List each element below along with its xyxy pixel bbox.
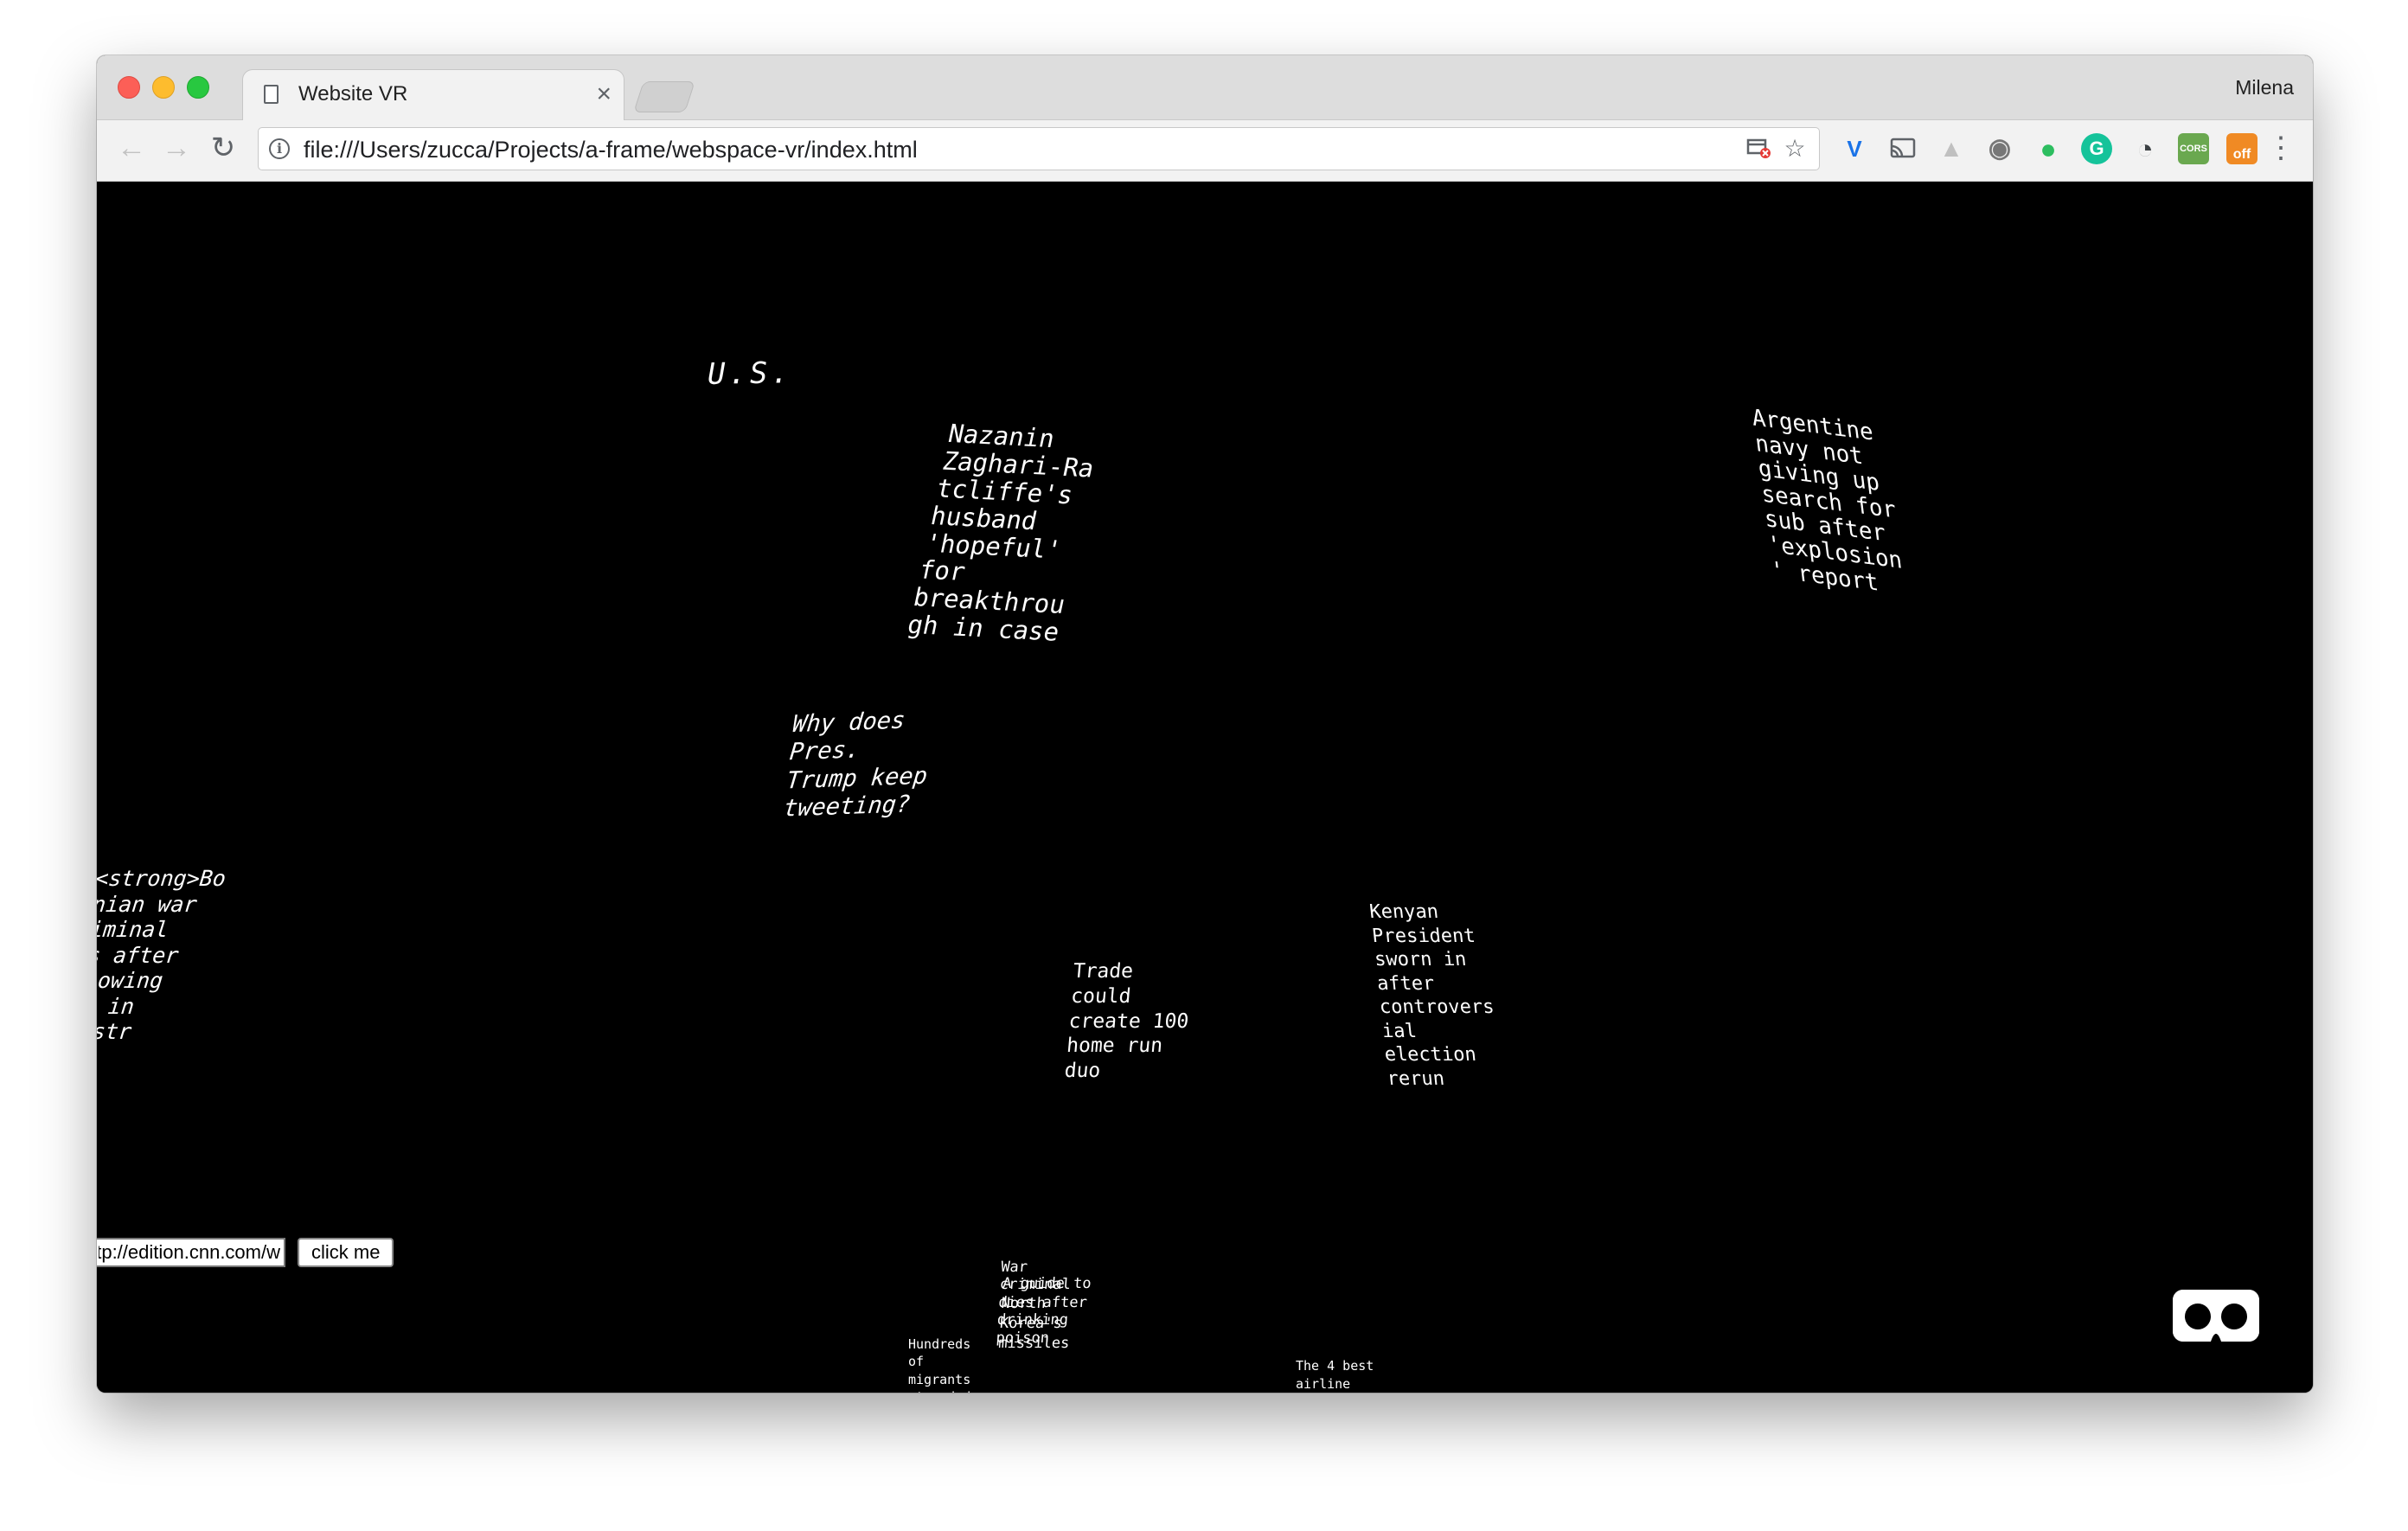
address-bar[interactable]: i file:///Users/zucca/Projects/a-frame/w… [258, 127, 1820, 170]
tab-website-vr[interactable]: Website VR × [242, 69, 624, 122]
toolbar: ← → ↻ i file:///Users/zucca/Projects/a-f… [97, 120, 2313, 182]
cors-icon[interactable]: CORS [2178, 133, 2209, 164]
headline-us: U.S. [707, 356, 793, 392]
forward-icon[interactable]: → [157, 129, 195, 167]
page-icon [264, 85, 279, 104]
headline-argentine: Argentine navy not giving up search for … [1750, 404, 1904, 597]
vimium-icon[interactable]: V [1839, 133, 1870, 164]
vr-scene[interactable]: U.S. Nazanin Zaghari-Ra tcliffe's husban… [97, 183, 2313, 1393]
headline-trump: Why does Pres. Trump keep tweeting? [782, 707, 929, 823]
headline-migrants: Hundreds of migrants stranded [908, 1336, 971, 1393]
tab-title: Website VR [298, 82, 408, 106]
browser-window: Website VR × Milena ← → ↻ i file:///User… [97, 55, 2313, 1393]
off-toggle-icon[interactable]: off [2226, 133, 2258, 164]
headline-trade: Trade could create 100 home run duo [1063, 960, 1190, 1082]
cast-icon[interactable] [1887, 133, 1918, 164]
headline-nazanin: Nazanin Zaghari-Ra tcliffe's husband 'ho… [905, 419, 1098, 647]
close-window-button[interactable] [118, 76, 140, 99]
zoom-window-button[interactable] [187, 76, 209, 99]
url-input[interactable] [97, 1238, 285, 1267]
grammarly-icon[interactable]: G [2081, 133, 2112, 164]
tab-close-icon[interactable]: × [596, 79, 612, 110]
title-bar: Website VR × Milena [97, 55, 2313, 122]
url-text[interactable]: file:///Users/zucca/Projects/a-frame/web… [304, 137, 918, 163]
film-icon[interactable]: ◉ [1984, 133, 2015, 164]
profile-name[interactable]: Milena [2235, 76, 2294, 99]
click-me-button[interactable]: click me [298, 1238, 394, 1267]
headline-north-korea: A guide to North Korea's missiles [997, 1275, 1092, 1352]
reload-icon[interactable]: ↻ [204, 129, 242, 167]
headline-kenyan: Kenyan President sworn in after controve… [1368, 901, 1495, 1090]
headline-bosnian: <strong>Bo nian war iminal s after lowin… [97, 866, 227, 1044]
menu-icon[interactable]: ⋮ [2266, 131, 2296, 165]
evernote-icon[interactable]: ● [2033, 133, 2064, 164]
clock-icon[interactable]: ◔ [2129, 133, 2161, 164]
back-icon[interactable]: ← [112, 129, 150, 167]
headline-airline: The 4 best airline [1296, 1358, 1374, 1392]
cast-blocked-icon[interactable] [1745, 135, 1772, 163]
drive-icon[interactable]: ▲ [1936, 133, 1967, 164]
new-tab-button[interactable] [633, 81, 695, 112]
star-icon[interactable]: ☆ [1781, 135, 1809, 163]
minimize-window-button[interactable] [152, 76, 175, 99]
info-icon[interactable]: i [269, 138, 290, 159]
vr-mode-icon[interactable] [2173, 1290, 2259, 1342]
